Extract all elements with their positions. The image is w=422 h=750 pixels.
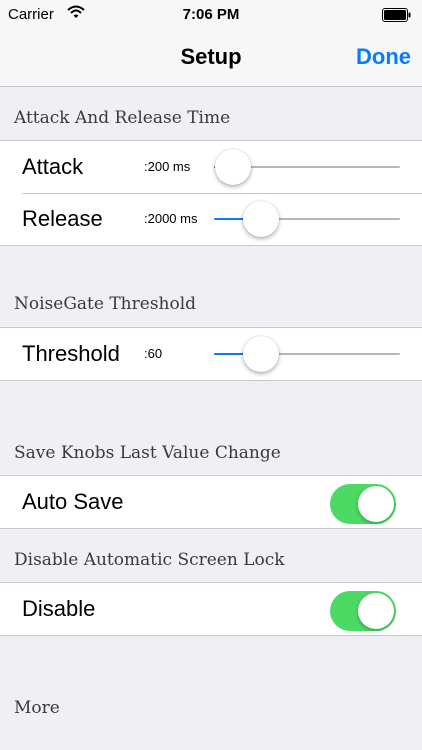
group-screen-lock: Disable (0, 582, 422, 636)
disable-label: Disable (22, 596, 96, 621)
slider-thumb[interactable] (242, 201, 279, 237)
section-header-attack-release: Attack And Release Time (14, 108, 231, 128)
attack-slider[interactable] (214, 147, 400, 187)
disable-toggle[interactable] (330, 591, 396, 631)
release-slider[interactable] (214, 199, 400, 239)
slider-thumb[interactable] (214, 149, 251, 185)
navigation-bar: Setup Done (0, 30, 422, 87)
attack-value: :200 ms (144, 159, 191, 174)
slider-thumb[interactable] (242, 336, 279, 372)
release-label: Release (22, 206, 103, 231)
attack-label: Attack (22, 154, 84, 179)
done-button[interactable]: Done (356, 44, 411, 70)
release-value: :2000 ms (144, 211, 198, 226)
status-time: 7:06 PM (182, 6, 240, 23)
group-save-knobs: Auto Save (0, 475, 422, 529)
row-release: Release :2000 ms (0, 193, 422, 245)
section-header-save-knobs: Save Knobs Last Value Change (14, 443, 281, 463)
section-header-noisegate: NoiseGate Threshold (14, 294, 197, 314)
auto-save-toggle[interactable] (330, 484, 396, 524)
row-disable: Disable (0, 583, 422, 635)
status-bar: Carrier 7:06 PM (0, 0, 422, 30)
row-threshold: Threshold :60 (0, 328, 422, 380)
row-auto-save: Auto Save (0, 476, 422, 528)
section-header-screen-lock: Disable Automatic Screen Lock (14, 550, 285, 570)
threshold-label: Threshold (22, 341, 120, 366)
group-attack-release: Attack :200 ms Release :2000 ms (0, 140, 422, 246)
threshold-slider[interactable] (214, 334, 400, 374)
auto-save-label: Auto Save (22, 489, 124, 514)
toggle-knob (358, 593, 394, 629)
section-header-more: More (14, 698, 60, 718)
group-noisegate: Threshold :60 (0, 327, 422, 381)
toggle-knob (358, 486, 394, 522)
battery-icon (382, 8, 411, 22)
row-attack: Attack :200 ms (0, 141, 422, 193)
threshold-value: :60 (144, 346, 163, 361)
